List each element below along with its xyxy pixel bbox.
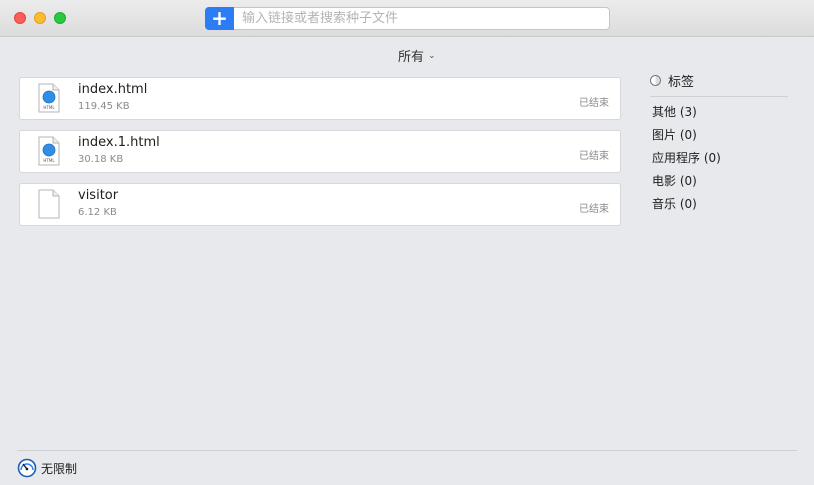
- tags-header[interactable]: 标签: [650, 70, 788, 90]
- sidebar-divider: [650, 96, 788, 97]
- maximize-window-button[interactable]: [54, 12, 66, 24]
- download-row[interactable]: visitor 6.12 KB 已结束: [19, 183, 621, 226]
- tag-circle-icon: [650, 74, 661, 86]
- download-list: HTML index.html 119.45 KB 已结束 HTML index…: [19, 77, 621, 236]
- minimize-window-button[interactable]: [34, 12, 46, 24]
- sidebar-item-music[interactable]: 音乐 (0): [650, 193, 788, 216]
- sidebar-item-movies[interactable]: 电影 (0): [650, 170, 788, 193]
- sidebar-item-applications[interactable]: 应用程序 (0): [650, 147, 788, 170]
- chevron-down-icon: ⌄: [428, 50, 436, 61]
- download-size: 30.18 KB: [78, 154, 124, 165]
- download-row[interactable]: HTML index.1.html 30.18 KB 已结束: [19, 130, 621, 173]
- title-bar: +: [0, 0, 814, 37]
- add-download-button[interactable]: +: [205, 7, 234, 30]
- sidebar-item-other[interactable]: 其他 (3): [650, 101, 788, 124]
- close-window-button[interactable]: [14, 12, 26, 24]
- filter-dropdown[interactable]: 所有 ⌄: [398, 46, 436, 65]
- download-row[interactable]: HTML index.html 119.45 KB 已结束: [19, 77, 621, 120]
- download-status: 已结束: [579, 151, 609, 162]
- download-size: 6.12 KB: [78, 207, 117, 218]
- download-status: 已结束: [579, 98, 609, 109]
- sidebar-item-images[interactable]: 图片 (0): [650, 124, 788, 147]
- svg-text:HTML: HTML: [43, 158, 55, 163]
- svg-text:HTML: HTML: [43, 105, 55, 110]
- blank-file-icon: [38, 189, 60, 219]
- html-file-icon: HTML: [38, 136, 60, 166]
- filter-label: 所有: [398, 50, 425, 65]
- download-name: index.1.html: [78, 135, 160, 150]
- footer-divider: [17, 450, 797, 451]
- html-file-icon: HTML: [38, 83, 60, 113]
- speedometer-icon: [17, 458, 37, 478]
- download-size: 119.45 KB: [78, 101, 130, 112]
- speed-limit-label: 无限制: [41, 461, 78, 476]
- download-status: 已结束: [579, 204, 609, 215]
- speed-limit-button[interactable]: 无限制: [17, 458, 77, 478]
- tags-label: 标签: [668, 74, 695, 90]
- sidebar: 标签 其他 (3) 图片 (0) 应用程序 (0) 电影 (0) 音乐 (0): [650, 70, 788, 216]
- download-name: visitor: [78, 188, 119, 203]
- download-name: index.html: [78, 82, 148, 97]
- url-search-input[interactable]: [234, 7, 610, 30]
